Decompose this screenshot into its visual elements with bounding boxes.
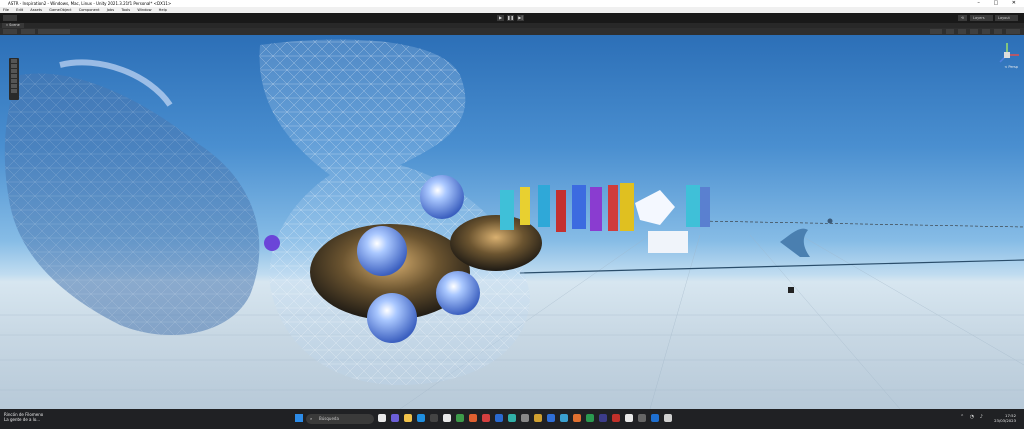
window-title: ASTR - Inspiration2 - Windows, Mac, Linu…: [8, 1, 172, 6]
app-icon-8[interactable]: [469, 414, 477, 422]
effects-dropdown[interactable]: [982, 29, 990, 34]
menu-component[interactable]: Component: [79, 8, 100, 12]
window-controls[interactable]: – □ ✕: [977, 0, 1022, 7]
app-icon-14[interactable]: [547, 414, 555, 422]
2d-toggle[interactable]: [946, 29, 954, 34]
move-tool-button[interactable]: [11, 64, 17, 68]
taskbar-search[interactable]: ⌕ Búsqueda: [306, 414, 374, 424]
clock-date: 23/03/2023: [994, 418, 1016, 423]
start-icon[interactable]: [295, 414, 303, 422]
projection-label[interactable]: < Persp: [1004, 65, 1018, 69]
weather-subtitle: La gente de a lo...: [4, 417, 41, 422]
main-toolbar: ▶ ❚❚ ▶| ⟲ Layers Layout: [0, 13, 1024, 23]
app-icon-19[interactable]: [612, 414, 620, 422]
app-icon-15[interactable]: [560, 414, 568, 422]
audio-toggle[interactable]: [970, 29, 978, 34]
windows-taskbar: Rincón de Filomeno La gente de a lo... ⌕…: [0, 409, 1024, 429]
app-icon-6[interactable]: [443, 414, 451, 422]
app-icon-12[interactable]: [521, 414, 529, 422]
scene-render: [0, 39, 1024, 409]
play-icon[interactable]: ▶: [497, 15, 504, 21]
pause-icon[interactable]: ❚❚: [507, 15, 514, 21]
edge-icon[interactable]: [417, 414, 425, 422]
far-line: [699, 220, 1024, 228]
chrome-icon[interactable]: [456, 414, 464, 422]
sphere-middle: [357, 226, 407, 276]
lighting-toggle[interactable]: [958, 29, 966, 34]
app-icon-17[interactable]: [586, 414, 594, 422]
layers-label: Layers: [973, 16, 985, 20]
search-placeholder: Búsqueda: [319, 416, 339, 421]
account-button[interactable]: [3, 15, 17, 21]
menu-window[interactable]: Window: [137, 8, 151, 12]
sphere-bottom: [367, 293, 417, 343]
pinned-apps: [378, 414, 672, 422]
menu-jobs[interactable]: Jobs: [107, 8, 114, 12]
hidden-objects-toggle[interactable]: [994, 29, 1002, 34]
app-icon-9[interactable]: [482, 414, 490, 422]
menu-edit[interactable]: Edit: [16, 8, 23, 12]
pivot-button[interactable]: [21, 29, 35, 34]
scene-view-toolbar: [0, 28, 1024, 35]
file-explorer-icon[interactable]: [404, 414, 412, 422]
search-icon: ⌕: [310, 416, 313, 421]
draw-mode-dropdown[interactable]: [930, 29, 942, 34]
layout-label: Layout: [998, 16, 1010, 20]
layers-dropdown[interactable]: Layers: [970, 15, 993, 21]
camera-gizmo: [827, 218, 833, 224]
task-view-icon[interactable]: [378, 414, 386, 422]
app-icon-23[interactable]: [664, 414, 672, 422]
hand-tool-button[interactable]: [11, 59, 17, 63]
scale-tool-button[interactable]: [11, 74, 17, 78]
menu-assets[interactable]: Assets: [30, 8, 42, 12]
custom-tool-button[interactable]: [11, 89, 17, 93]
tab-scene-label: Scene: [9, 23, 20, 27]
app-icon-16[interactable]: [573, 414, 581, 422]
app-icon-10[interactable]: [495, 414, 503, 422]
app-icon-21[interactable]: [638, 414, 646, 422]
system-tray-icons[interactable]: ⌃ ◔ ♪: [960, 414, 985, 420]
app-icon-22[interactable]: [651, 414, 659, 422]
rotate-tool-button[interactable]: [11, 69, 17, 73]
blue-sculpture: [780, 228, 810, 257]
app-icon-13[interactable]: [534, 414, 542, 422]
scene-viewport[interactable]: < Persp: [0, 35, 1024, 409]
sphere-right: [436, 271, 480, 315]
layout-dropdown[interactable]: Layout: [995, 15, 1018, 21]
tool-handle-button[interactable]: [3, 29, 17, 34]
taskbar-clock[interactable]: 17:52 23/03/2023: [994, 413, 1016, 423]
play-controls: ▶ ❚❚ ▶|: [497, 15, 524, 21]
camera-settings-button[interactable]: [1006, 29, 1020, 34]
app-icon-11[interactable]: [508, 414, 516, 422]
weather-widget[interactable]: Rincón de Filomeno La gente de a lo...: [4, 412, 43, 422]
menu-help[interactable]: Help: [159, 8, 167, 12]
transform-tool-button[interactable]: [11, 84, 17, 88]
horizon-line: [519, 259, 1024, 274]
light-gizmo: [788, 287, 794, 293]
undo-history-icon[interactable]: ⟲: [958, 15, 967, 21]
app-icon-20[interactable]: [625, 414, 633, 422]
step-icon[interactable]: ▶|: [517, 15, 524, 21]
window-titlebar: ASTR - Inspiration2 - Windows, Mac, Linu…: [0, 0, 1024, 7]
grid-snap-buttons[interactable]: [38, 29, 70, 34]
menu-file[interactable]: File: [3, 8, 9, 12]
menu-gameobject[interactable]: GameObject: [49, 8, 71, 12]
sphere-top: [420, 175, 464, 219]
menu-tools[interactable]: Tools: [121, 8, 130, 12]
unity-icon[interactable]: [430, 414, 438, 422]
purple-object: [264, 235, 280, 251]
teams-icon[interactable]: [391, 414, 399, 422]
scene-tools-panel: [9, 58, 19, 100]
app-icon-18[interactable]: [599, 414, 607, 422]
rect-tool-button[interactable]: [11, 79, 17, 83]
